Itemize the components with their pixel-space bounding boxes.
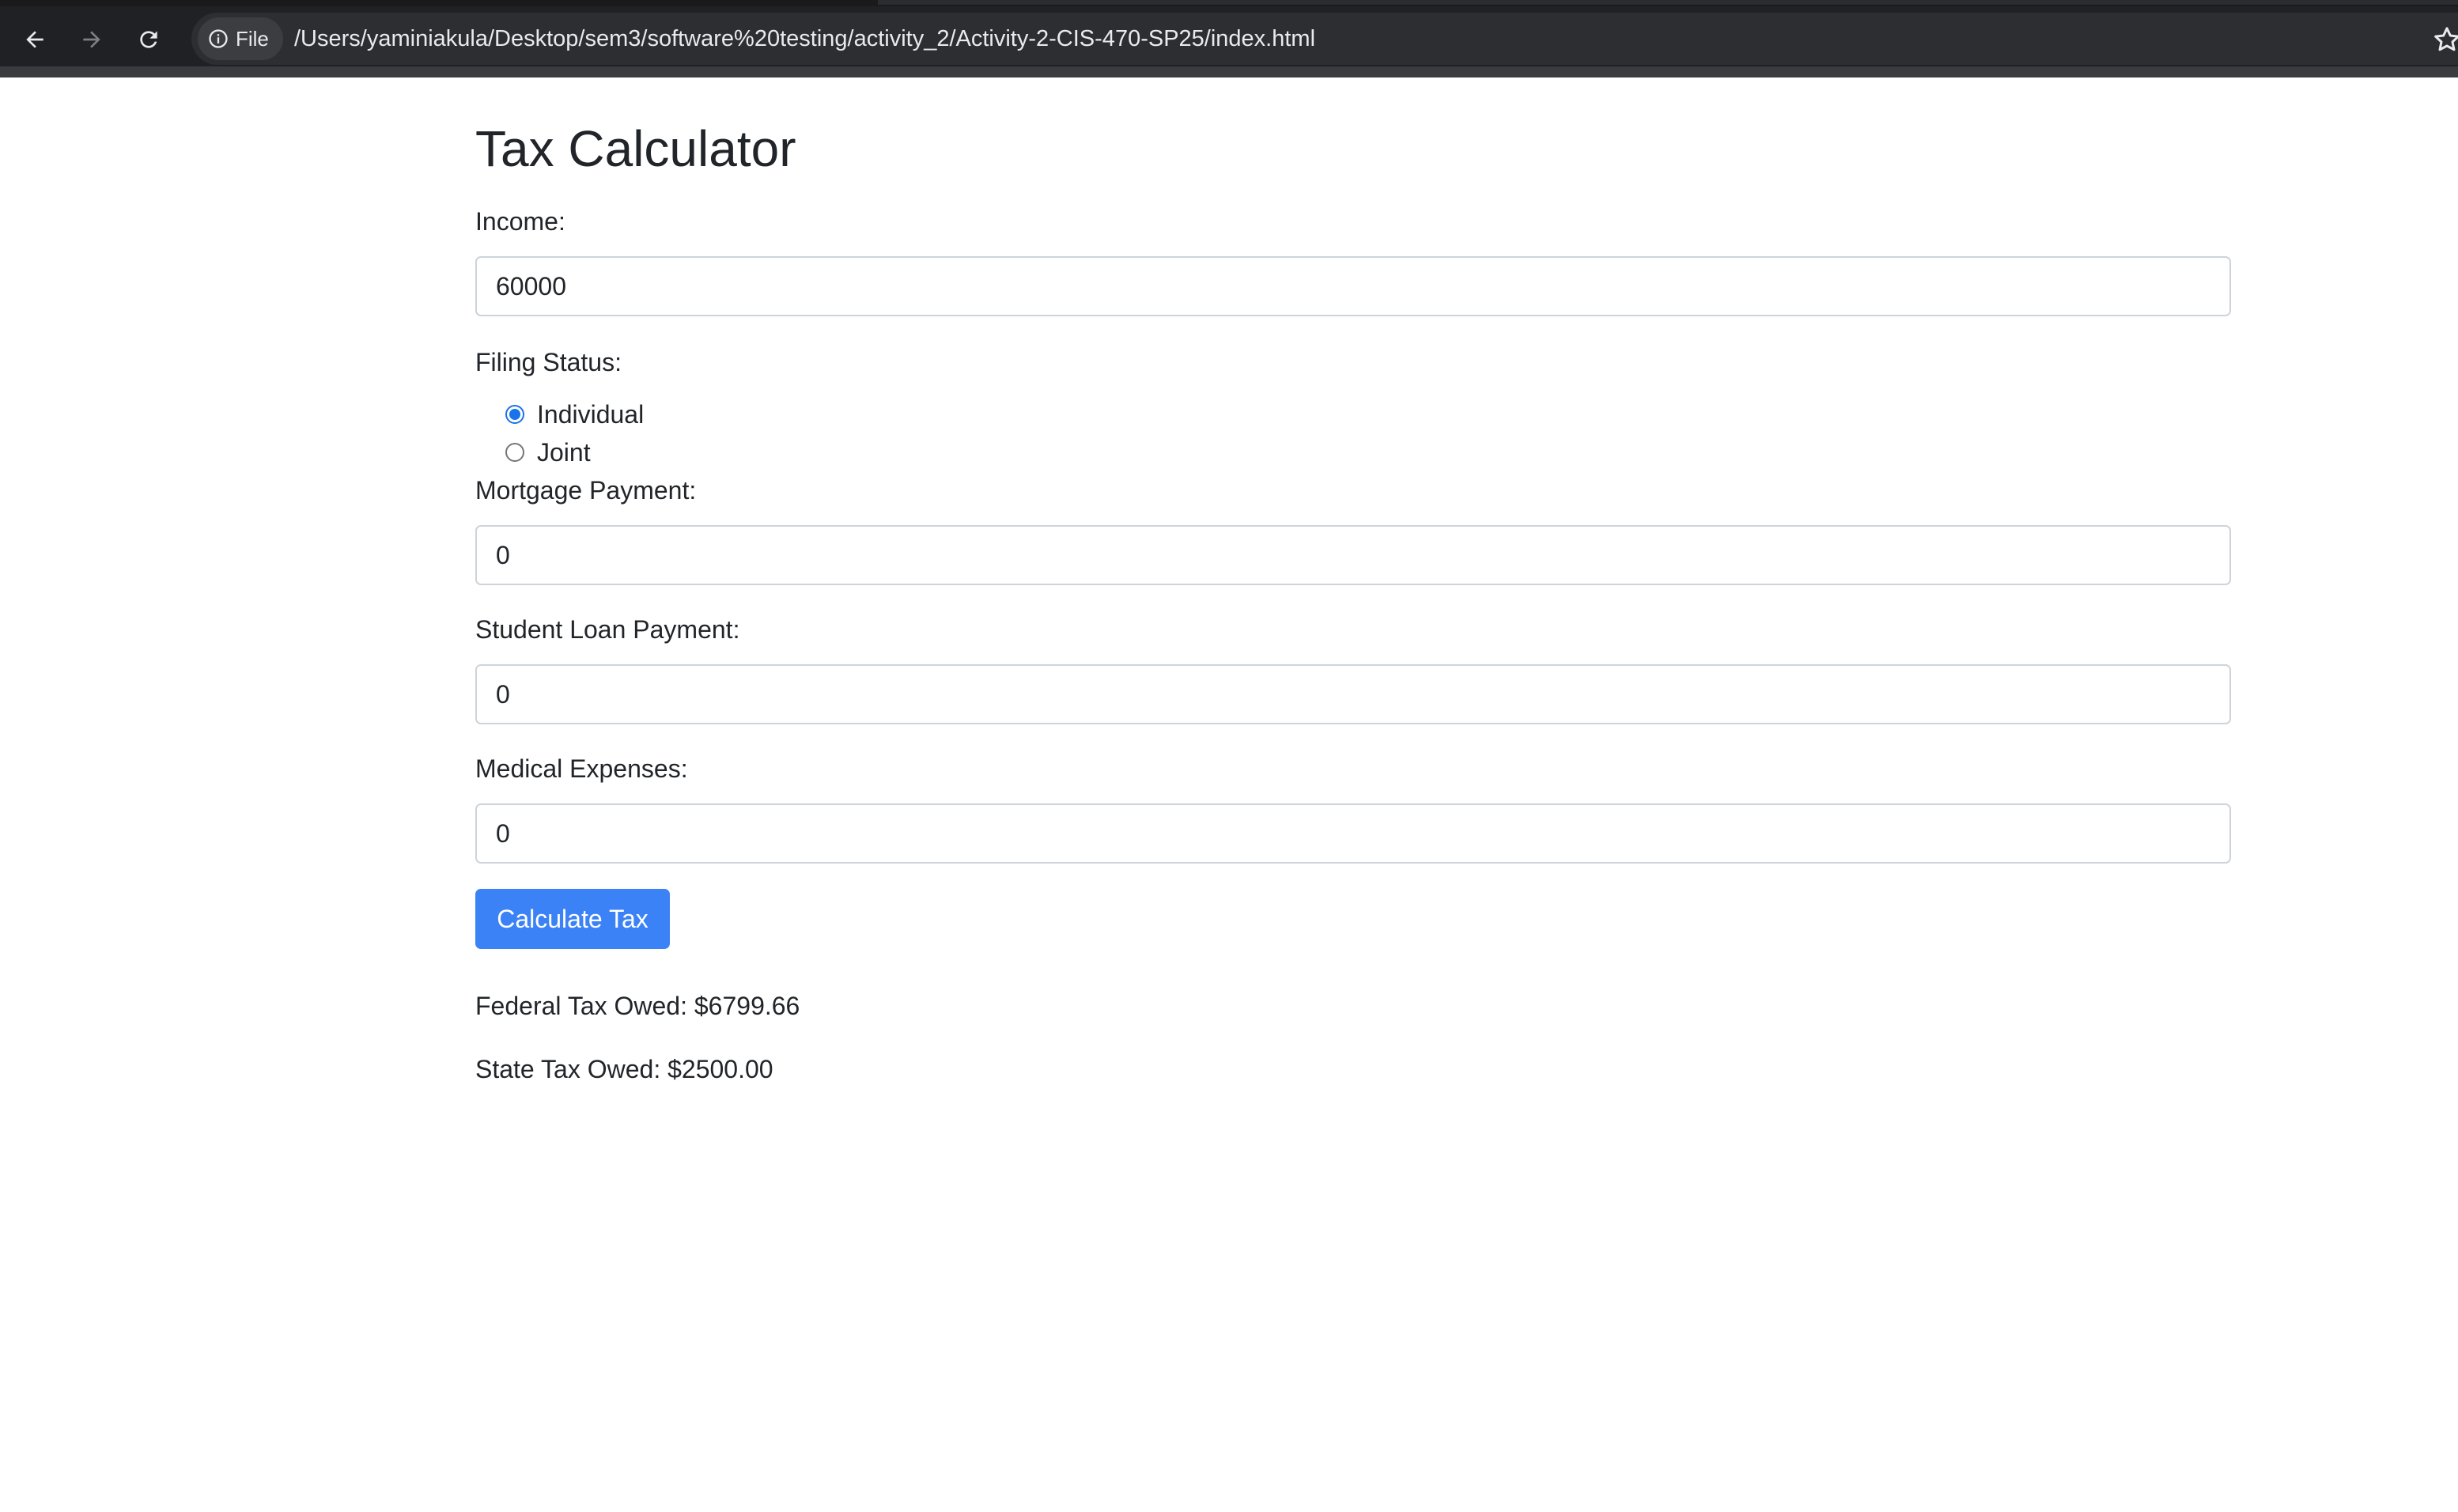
student-loan-input[interactable] — [475, 664, 2231, 724]
toolbar-divider — [0, 66, 2458, 77]
radio-option-joint[interactable]: Joint — [505, 435, 591, 470]
star-icon — [2434, 27, 2458, 51]
individual-radio[interactable] — [505, 405, 524, 424]
calculate-tax-button[interactable]: Calculate Tax — [475, 889, 670, 949]
page-title: Tax Calculator — [475, 120, 796, 177]
income-label: Income: — [475, 207, 565, 236]
page-content: Tax Calculator Income: Filing Status: In… — [0, 77, 2458, 1512]
federal-tax-result: Federal Tax Owed: $6799.66 — [475, 992, 800, 1020]
forward-arrow-icon — [83, 31, 100, 48]
info-icon — [209, 29, 228, 48]
filing-status-label: Filing Status: — [475, 348, 622, 376]
browser-toolbar: File /Users/yaminiakula/Desktop/sem3/sof… — [0, 0, 2458, 77]
reload-button[interactable] — [127, 17, 171, 62]
joint-radio[interactable] — [505, 443, 524, 462]
reload-icon — [140, 31, 157, 48]
tab-strip-edge — [878, 0, 2458, 5]
student-loan-label: Student Loan Payment: — [475, 615, 740, 644]
radio-option-individual[interactable]: Individual — [505, 397, 644, 432]
mortgage-label: Mortgage Payment: — [475, 476, 697, 505]
url-text[interactable]: /Users/yaminiakula/Desktop/sem3/software… — [294, 25, 1315, 53]
bookmark-button[interactable] — [2431, 24, 2458, 55]
medical-expenses-label: Medical Expenses: — [475, 754, 688, 783]
individual-radio-label: Individual — [537, 400, 645, 429]
forward-button[interactable] — [70, 17, 114, 62]
site-info-chip[interactable]: File — [198, 17, 283, 60]
medical-expenses-input[interactable] — [475, 803, 2231, 864]
joint-radio-label: Joint — [537, 438, 591, 467]
back-button[interactable] — [13, 17, 57, 62]
state-tax-result: State Tax Owed: $2500.00 — [475, 1055, 773, 1083]
back-arrow-icon — [26, 31, 43, 48]
mortgage-input[interactable] — [475, 525, 2231, 585]
chip-label: File — [236, 26, 269, 51]
income-input[interactable] — [475, 256, 2231, 316]
